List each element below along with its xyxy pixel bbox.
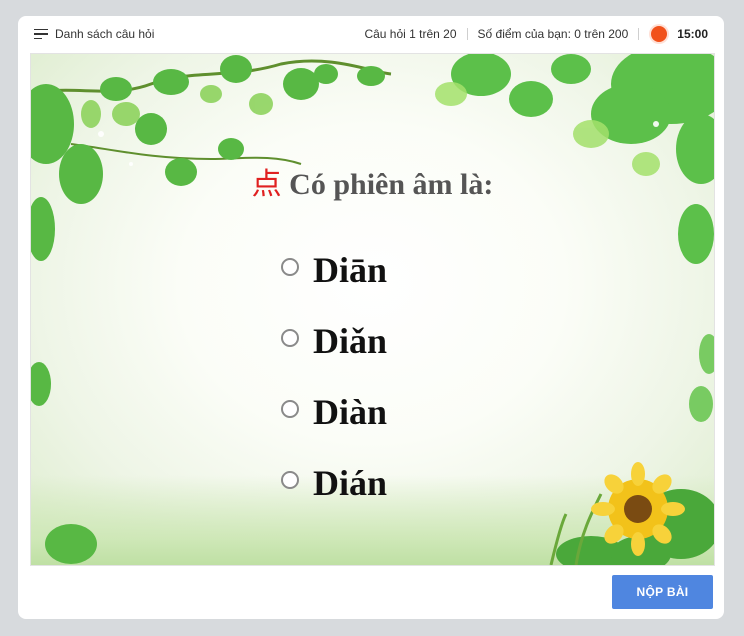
quiz-card: Danh sách câu hỏi Câu hỏi 1 trên 20 Số đ… [18, 16, 724, 619]
question-text: 点 Có phiên âm là: [31, 159, 714, 203]
question-list-button[interactable]: Danh sách câu hỏi [34, 27, 154, 41]
answer-option[interactable]: Diàn [281, 376, 387, 447]
answer-option[interactable]: Diǎn [281, 305, 387, 376]
question-character: 点 [251, 167, 282, 202]
question-list-label: Danh sách câu hỏi [55, 27, 155, 41]
radio-button[interactable] [281, 470, 299, 489]
submit-button[interactable]: NỘP BÀI [612, 575, 713, 609]
quiz-meta: Câu hỏi 1 trên 20 Số điểm của bạn: 0 trê… [364, 24, 708, 44]
list-icon [34, 28, 48, 40]
quiz-header: Danh sách câu hỏi Câu hỏi 1 trên 20 Số đ… [18, 16, 724, 52]
answer-options: Diān Diǎn Diàn Dián [281, 234, 387, 518]
question-progress: Câu hỏi 1 trên 20 [364, 27, 457, 41]
question-stage: 点 Có phiên âm là: Diān Diǎn Diàn Dián [30, 53, 715, 566]
timer-icon [651, 26, 668, 42]
answer-option-label: Diān [313, 249, 388, 290]
radio-button[interactable] [281, 328, 299, 347]
answer-option[interactable]: Diān [281, 234, 387, 305]
answer-option-label: Diàn [313, 391, 388, 432]
answer-option-label: Dián [313, 462, 388, 503]
timer: 15:00 [677, 27, 708, 41]
radio-button[interactable] [281, 399, 299, 418]
divider [466, 28, 468, 40]
score-text: Số điểm của bạn: 0 trên 200 [477, 27, 629, 41]
radio-button[interactable] [281, 257, 299, 276]
divider [638, 28, 640, 40]
question-prompt: Có phiên âm là: [289, 168, 494, 201]
answer-option-label: Diǎn [313, 320, 388, 361]
answer-option[interactable]: Dián [281, 447, 387, 518]
